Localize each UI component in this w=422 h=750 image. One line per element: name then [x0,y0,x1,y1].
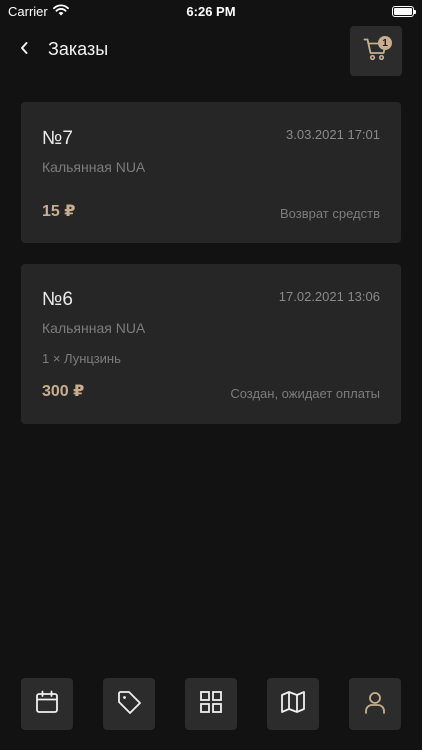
tag-icon [116,689,142,720]
battery-icon [392,5,416,17]
nav-catalog-button[interactable] [185,678,237,730]
order-number: №6 [42,289,73,310]
page-title: Заказы [48,39,109,59]
nav-tag-button[interactable] [103,678,155,730]
calendar-icon [34,689,60,720]
order-date: 3.03.2021 17:01 [286,127,380,142]
grid-icon [198,689,224,720]
order-card-7[interactable]: №7 3.03.2021 17:01 Кальянная NUA 15 ₽ Во… [21,102,401,243]
order-venue: Кальянная NUA [42,159,146,175]
battery-level [394,7,412,15]
order-items: 1 × Лунцзинь [42,351,121,366]
nav-map-button[interactable] [267,678,319,730]
cart-button[interactable]: 1 [350,26,402,76]
order-price: 300 ₽ [42,383,85,400]
status-bar: Carrier 6:26 PM [0,0,422,22]
back-button[interactable] [14,38,34,62]
order-status: Возврат средств [280,206,380,221]
user-icon [362,689,388,720]
order-card-6[interactable]: №6 17.02.2021 13:06 Кальянная NUA 1 × Лу… [21,264,401,424]
order-status: Создан, ожидает оплаты [230,386,380,401]
order-date: 17.02.2021 13:06 [278,289,380,304]
header: Заказы 1 [0,22,422,82]
map-icon [280,689,306,720]
order-price: 15 ₽ [42,203,76,220]
order-venue: Кальянная NUA [42,320,146,336]
order-number: №7 [42,128,73,149]
bottom-nav [0,678,422,730]
chevron-left-icon [19,41,29,60]
status-time: 6:26 PM [186,3,236,19]
cart-badge: 1 [378,36,392,50]
nav-profile-button[interactable] [349,678,401,730]
nav-calendar-button[interactable] [21,678,73,730]
